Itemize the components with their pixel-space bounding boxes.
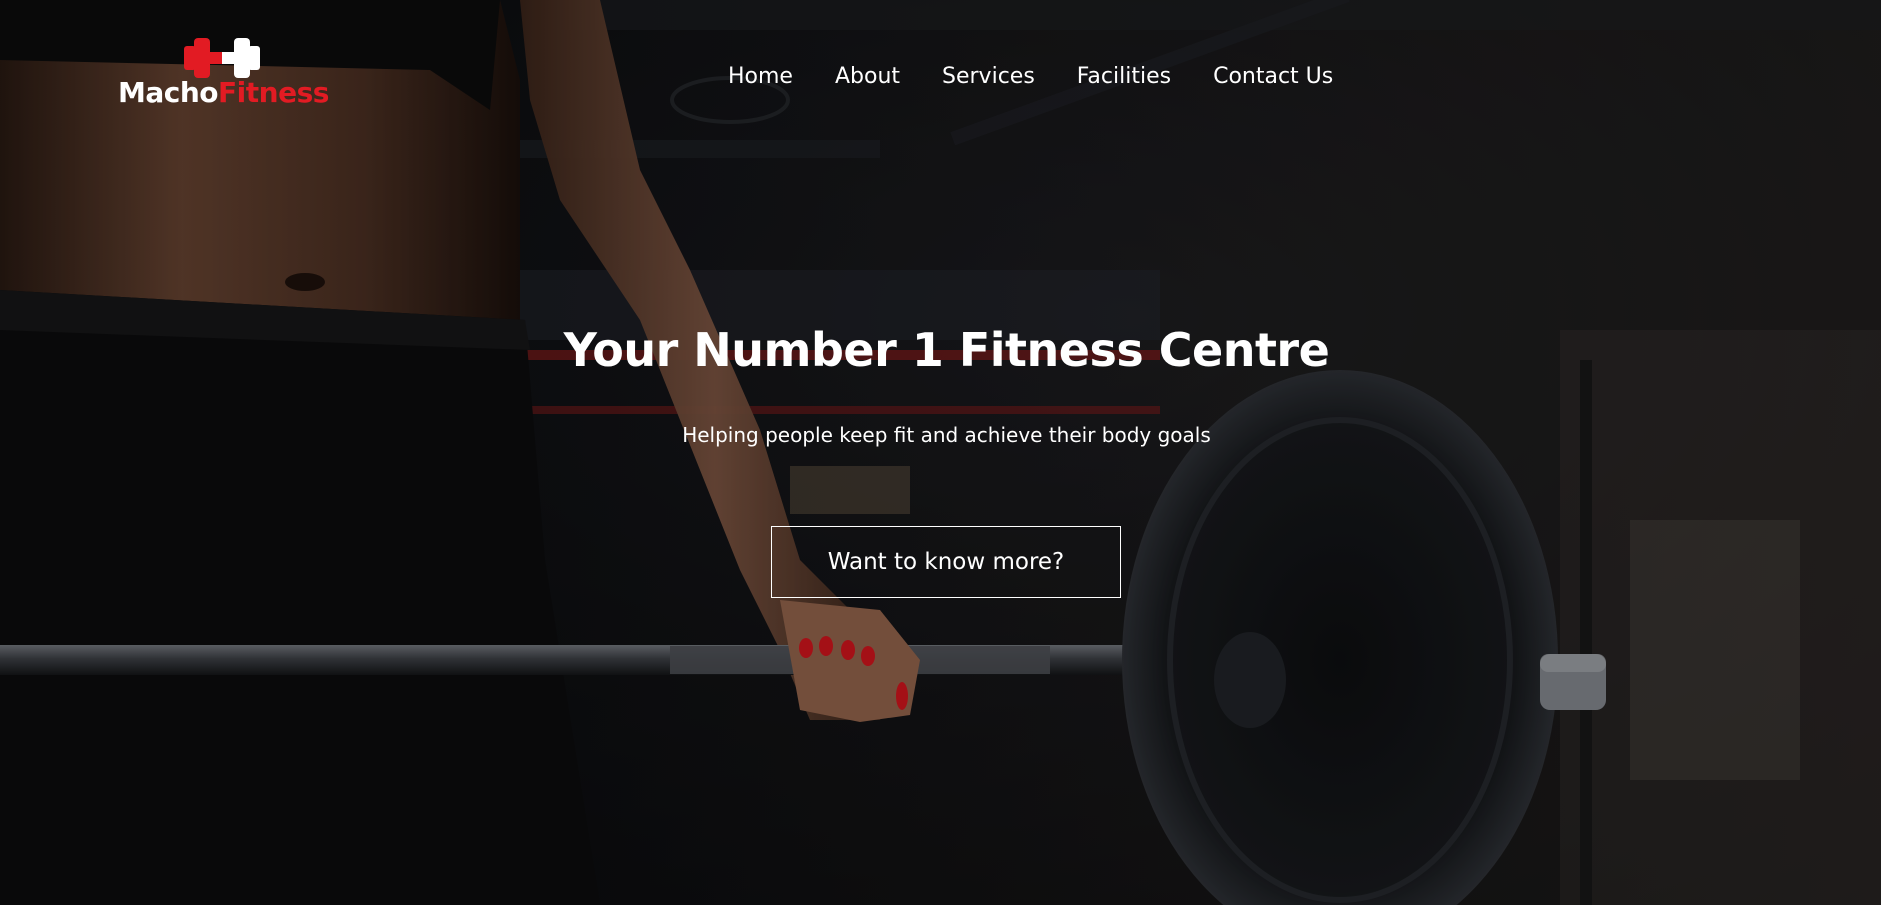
want-to-know-more-button[interactable]: Want to know more? — [771, 526, 1121, 598]
nav-item-home[interactable]: Home — [728, 64, 793, 89]
hero-subtitle: Helping people keep fit and achieve thei… — [682, 423, 1211, 447]
hero-section: MachoFitness Home About Services Facilit… — [0, 0, 1881, 905]
nav-item-about[interactable]: About — [835, 64, 900, 89]
hero-dark-overlay — [0, 0, 1881, 905]
brand-logo[interactable]: MachoFitness — [118, 36, 334, 116]
nav-item-services[interactable]: Services — [942, 64, 1035, 89]
nav-item-facilities[interactable]: Facilities — [1077, 64, 1171, 89]
brand-name-macho: Macho — [118, 76, 219, 109]
brand-name-fitness: Fitness — [218, 76, 329, 109]
brand-wordmark: MachoFitness — [118, 76, 329, 110]
hero-title: Your Number 1 Fitness Centre — [563, 323, 1330, 377]
nav-item-contact-us[interactable]: Contact Us — [1213, 64, 1333, 89]
dumbbell-icon — [184, 38, 260, 78]
main-navigation: Home About Services Facilities Contact U… — [728, 58, 1333, 94]
